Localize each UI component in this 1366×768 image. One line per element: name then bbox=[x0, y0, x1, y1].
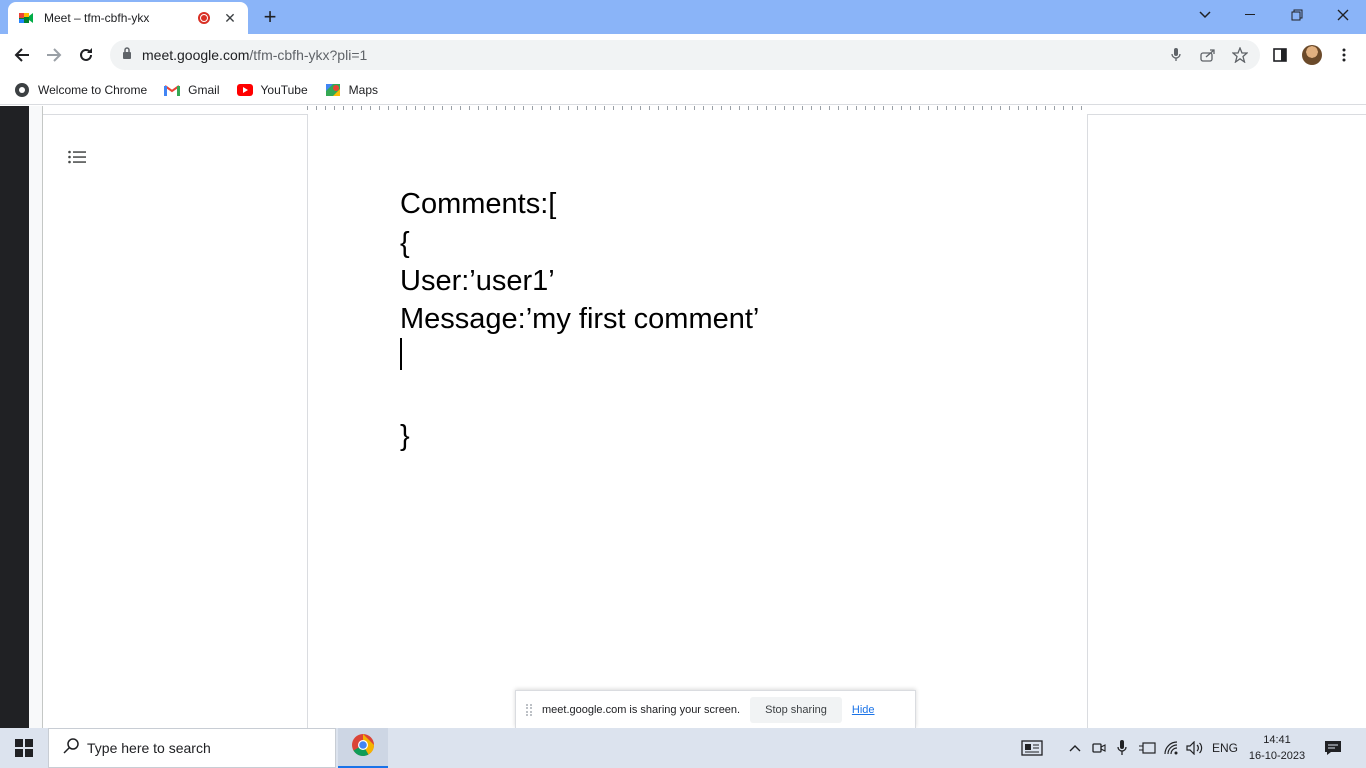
text-cursor bbox=[400, 338, 402, 370]
youtube-icon bbox=[236, 82, 253, 98]
chrome-icon bbox=[351, 733, 375, 762]
input-language[interactable]: ENG bbox=[1212, 741, 1238, 755]
side-panel-icon[interactable] bbox=[1270, 45, 1290, 65]
document-outline-icon[interactable] bbox=[65, 145, 89, 169]
bookmark-welcome-to-chrome[interactable]: Welcome to Chrome bbox=[14, 82, 147, 98]
close-tab-icon[interactable]: ✕ bbox=[222, 10, 238, 27]
tab-title: Meet – tfm-cbfh-ykx bbox=[44, 11, 150, 25]
bookmark-label: Welcome to Chrome bbox=[38, 83, 148, 97]
vertical-ruler bbox=[29, 106, 43, 728]
taskbar-clock[interactable]: 14:41 16-10-2023 bbox=[1245, 732, 1309, 764]
page-right-margin-area bbox=[1088, 114, 1366, 728]
address-bar[interactable]: meet.google.com/tfm-cbfh-ykx?pli=1 bbox=[110, 40, 1260, 70]
windows-start-button[interactable] bbox=[0, 728, 48, 768]
microphone-icon[interactable] bbox=[1168, 47, 1184, 63]
browser-tab-meet[interactable]: Meet – tfm-cbfh-ykx ✕ bbox=[8, 2, 248, 34]
microphone-in-use-icon[interactable] bbox=[1113, 739, 1131, 757]
profile-avatar[interactable] bbox=[1302, 45, 1322, 65]
bookmark-youtube[interactable]: YouTube bbox=[236, 82, 308, 98]
taskbar-search-placeholder: Type here to search bbox=[87, 740, 211, 756]
more-vert-icon[interactable] bbox=[1334, 45, 1354, 65]
document-outline-pane bbox=[43, 114, 307, 728]
windows-taskbar: Type here to search ENG 14:41 16-10-2023 bbox=[0, 728, 1366, 768]
bookmark-label: Maps bbox=[348, 83, 378, 97]
news-widget-icon[interactable] bbox=[1020, 739, 1044, 757]
bookmark-label: YouTube bbox=[260, 83, 308, 97]
document-line: Comments:[ bbox=[400, 188, 557, 220]
share-icon[interactable] bbox=[1200, 47, 1216, 63]
google-meet-icon bbox=[18, 10, 34, 26]
shared-screen-content: Comments:[ { User:’user1’ Message:’my fi… bbox=[0, 106, 1366, 728]
restore-button[interactable] bbox=[1274, 0, 1320, 30]
bookmark-gmail[interactable]: Gmail bbox=[164, 82, 220, 98]
back-button[interactable] bbox=[10, 43, 34, 67]
url-path: /tfm-cbfh-ykx?pli=1 bbox=[249, 47, 368, 63]
screen-sharing-bar: meet.google.com is sharing your screen. … bbox=[515, 690, 916, 728]
drag-handle-icon[interactable] bbox=[526, 703, 532, 716]
volume-icon[interactable] bbox=[1186, 739, 1204, 757]
bookmark-maps[interactable]: Maps bbox=[325, 82, 378, 98]
new-tab-button[interactable]: + bbox=[258, 6, 282, 28]
document-line: User:’user1’ bbox=[400, 265, 555, 297]
recording-indicator-icon bbox=[198, 12, 210, 24]
horizontal-ruler bbox=[307, 106, 1087, 114]
tab-search-chevron-down-icon[interactable] bbox=[1182, 0, 1228, 30]
bookmark-label: Gmail bbox=[188, 83, 220, 97]
battery-charging-icon[interactable] bbox=[1138, 739, 1156, 757]
document-line: } bbox=[400, 420, 410, 452]
chrome-globe-icon bbox=[14, 82, 30, 98]
document-page[interactable]: Comments:[ { User:’user1’ Message:’my fi… bbox=[307, 114, 1088, 728]
clock-date: 16-10-2023 bbox=[1248, 750, 1306, 762]
document-line: { bbox=[400, 227, 410, 259]
taskbar-search-box[interactable]: Type here to search bbox=[48, 728, 336, 768]
notifications-icon[interactable] bbox=[1324, 739, 1342, 757]
clock-time: 14:41 bbox=[1263, 734, 1291, 746]
url-text: meet.google.com/tfm-cbfh-ykx?pli=1 bbox=[142, 47, 367, 63]
browser-toolbar: meet.google.com/tfm-cbfh-ykx?pli=1 bbox=[0, 34, 1366, 76]
reload-button[interactable] bbox=[74, 43, 98, 67]
close-window-button[interactable] bbox=[1320, 0, 1366, 30]
stop-sharing-button[interactable]: Stop sharing bbox=[750, 696, 842, 723]
url-domain: meet.google.com bbox=[142, 47, 250, 63]
camera-in-use-icon[interactable] bbox=[1090, 739, 1108, 757]
taskbar-chrome-app[interactable] bbox=[338, 728, 388, 768]
tab-strip: Meet – tfm-cbfh-ykx ✕ + bbox=[0, 0, 1366, 34]
minimize-button[interactable] bbox=[1228, 0, 1274, 30]
maps-icon bbox=[325, 82, 341, 98]
sharing-message: meet.google.com is sharing your screen. bbox=[542, 703, 741, 716]
bookmark-star-icon[interactable] bbox=[1232, 47, 1248, 63]
bookmarks-bar: Welcome to Chrome Gmail YouTube Maps bbox=[0, 76, 1366, 105]
hide-link[interactable]: Hide bbox=[852, 704, 875, 716]
show-hidden-icons-chevron-up-icon[interactable] bbox=[1066, 739, 1084, 757]
document-line: Message:’my first comment’ bbox=[400, 303, 760, 335]
side-strip bbox=[0, 106, 29, 728]
forward-button[interactable] bbox=[42, 43, 66, 67]
wifi-icon[interactable] bbox=[1163, 739, 1181, 757]
gmail-icon bbox=[164, 82, 181, 98]
lock-icon[interactable] bbox=[122, 46, 132, 64]
search-icon bbox=[63, 737, 79, 759]
